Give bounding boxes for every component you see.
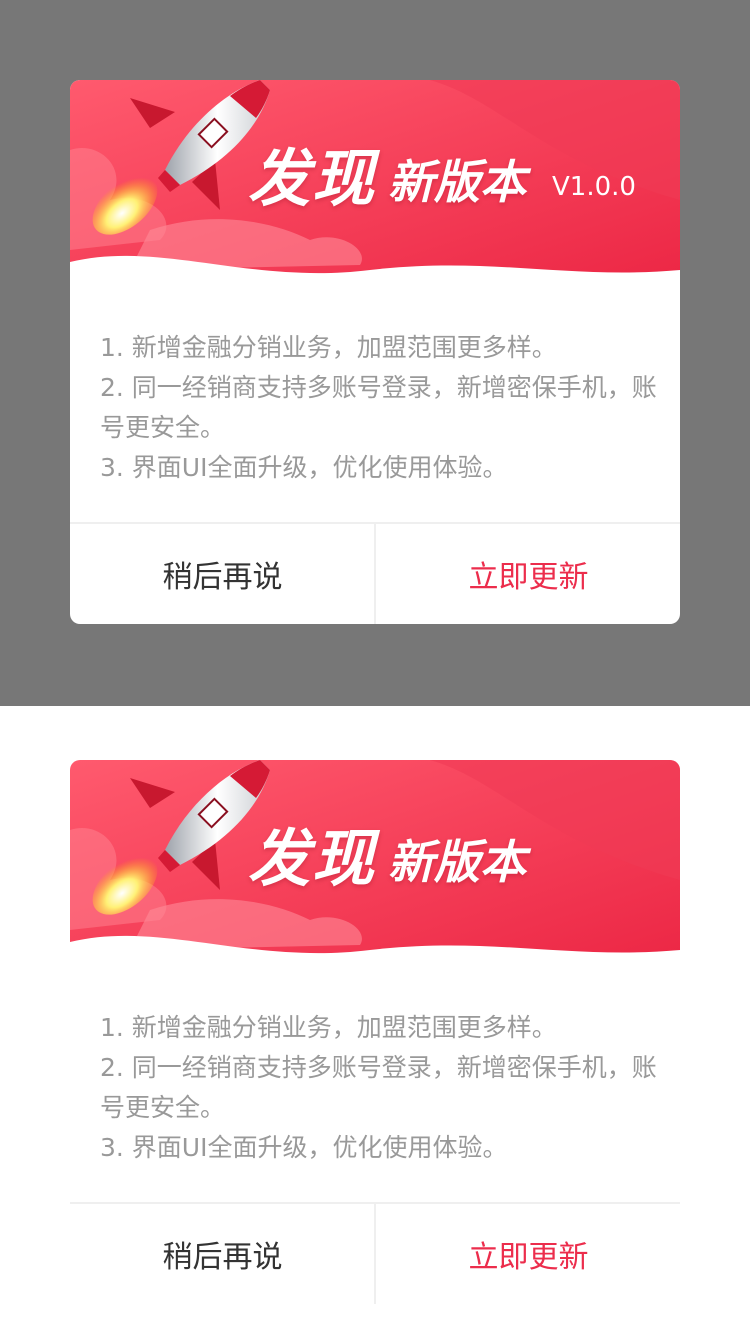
release-notes: 1. 新增金融分销业务，加盟范围更多样。 2. 同一经销商支持多账号登录，新增密… bbox=[100, 1008, 660, 1168]
update-now-button[interactable]: 立即更新 bbox=[376, 524, 681, 624]
dialog-banner: 发现 新版本 V1.0.0 bbox=[70, 80, 680, 280]
release-note-item: 3. 界面UI全面升级，优化使用体验。 bbox=[100, 1133, 508, 1162]
dialog-subtitle: 新版本 bbox=[388, 835, 526, 889]
dialog-banner: 发现 新版本 bbox=[70, 760, 680, 960]
dialog-title: 发现 bbox=[248, 142, 377, 215]
dialog-title: 发现 bbox=[248, 822, 377, 895]
release-note-item: 1. 新增金融分销业务，加盟范围更多样。 bbox=[100, 1013, 557, 1042]
later-button[interactable]: 稍后再说 bbox=[70, 524, 375, 624]
version-label: V1.0.0 bbox=[552, 172, 636, 202]
release-notes: 1. 新增金融分销业务，加盟范围更多样。 2. 同一经销商支持多账号登录，新增密… bbox=[100, 328, 660, 488]
release-note-item: 3. 界面UI全面升级，优化使用体验。 bbox=[100, 453, 508, 482]
dialog-subtitle: 新版本 bbox=[388, 155, 526, 209]
release-note-item: 2. 同一经销商支持多账号登录，新增密保手机，账号更安全。 bbox=[100, 373, 657, 442]
update-dialog: 发现 新版本 V1.0.0 1. 新增金融分销业务，加盟范围更多样。 2. 同一… bbox=[70, 80, 680, 624]
release-note-item: 2. 同一经销商支持多账号登录，新增密保手机，账号更安全。 bbox=[100, 1053, 657, 1122]
later-button[interactable]: 稍后再说 bbox=[70, 1204, 375, 1304]
update-now-button[interactable]: 立即更新 bbox=[376, 1204, 681, 1304]
release-note-item: 1. 新增金融分销业务，加盟范围更多样。 bbox=[100, 333, 557, 362]
update-dialog-plain: 发现 新版本 1. 新增金融分销业务，加盟范围更多样。 2. 同一经销商支持多账… bbox=[70, 760, 680, 1304]
